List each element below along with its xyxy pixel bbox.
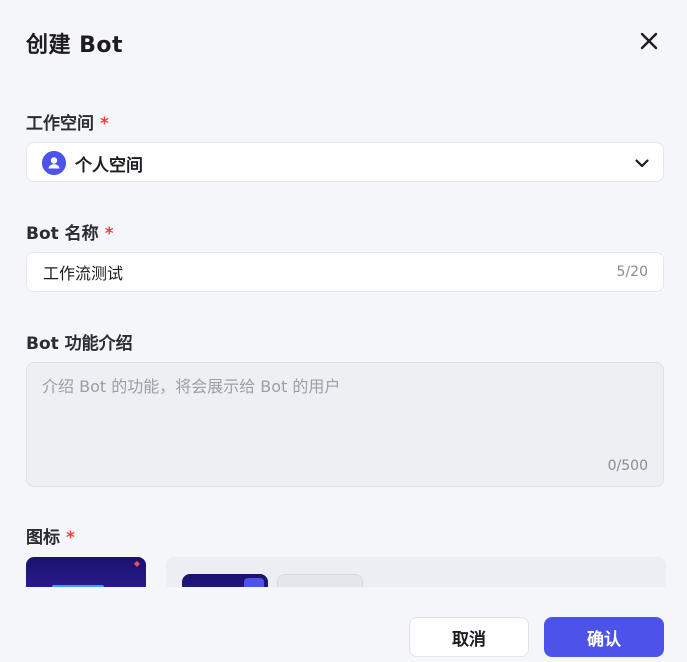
required-mark: * (100, 114, 109, 134)
bot-name-input[interactable] (43, 253, 583, 291)
icon-upload-button[interactable] (277, 574, 363, 587)
icon-option-selected[interactable] (182, 574, 268, 587)
bot-name-label: Bot 名称 * (26, 219, 114, 244)
check-icon (244, 578, 264, 587)
description-textarea[interactable] (42, 373, 642, 453)
required-mark: * (66, 528, 75, 548)
required-mark: * (104, 224, 114, 244)
icon-label-text: 图标 (26, 528, 60, 548)
close-icon[interactable] (637, 29, 661, 53)
workspace-label-text: 工作空间 (26, 114, 94, 134)
user-avatar-icon (42, 151, 66, 175)
bot-name-counter: 5/20 (616, 264, 648, 280)
icon-label: 图标 * (26, 523, 75, 548)
icon-section: ◆ (26, 557, 666, 587)
bot-name-label-text: Bot 名称 (26, 224, 99, 244)
chevron-down-icon (635, 159, 649, 168)
confirm-button[interactable]: 确认 (544, 617, 664, 657)
sparkle-icon: ◆ (133, 559, 140, 568)
description-label: Bot 功能介绍 (26, 334, 133, 354)
dialog-title: 创建 Bot (26, 33, 124, 58)
cancel-button[interactable]: 取消 (409, 617, 529, 657)
workspace-selected-value: 个人空间 (75, 156, 143, 176)
bot-name-field: 5/20 (26, 252, 664, 292)
workspace-select[interactable]: 个人空间 (26, 142, 664, 182)
description-field: 0/500 (26, 362, 664, 487)
icon-gallery (166, 557, 666, 587)
preview-bar (52, 585, 104, 587)
bot-icon-preview: ◆ (26, 557, 146, 587)
workspace-label: 工作空间 * (26, 109, 109, 134)
description-counter: 0/500 (607, 458, 648, 474)
